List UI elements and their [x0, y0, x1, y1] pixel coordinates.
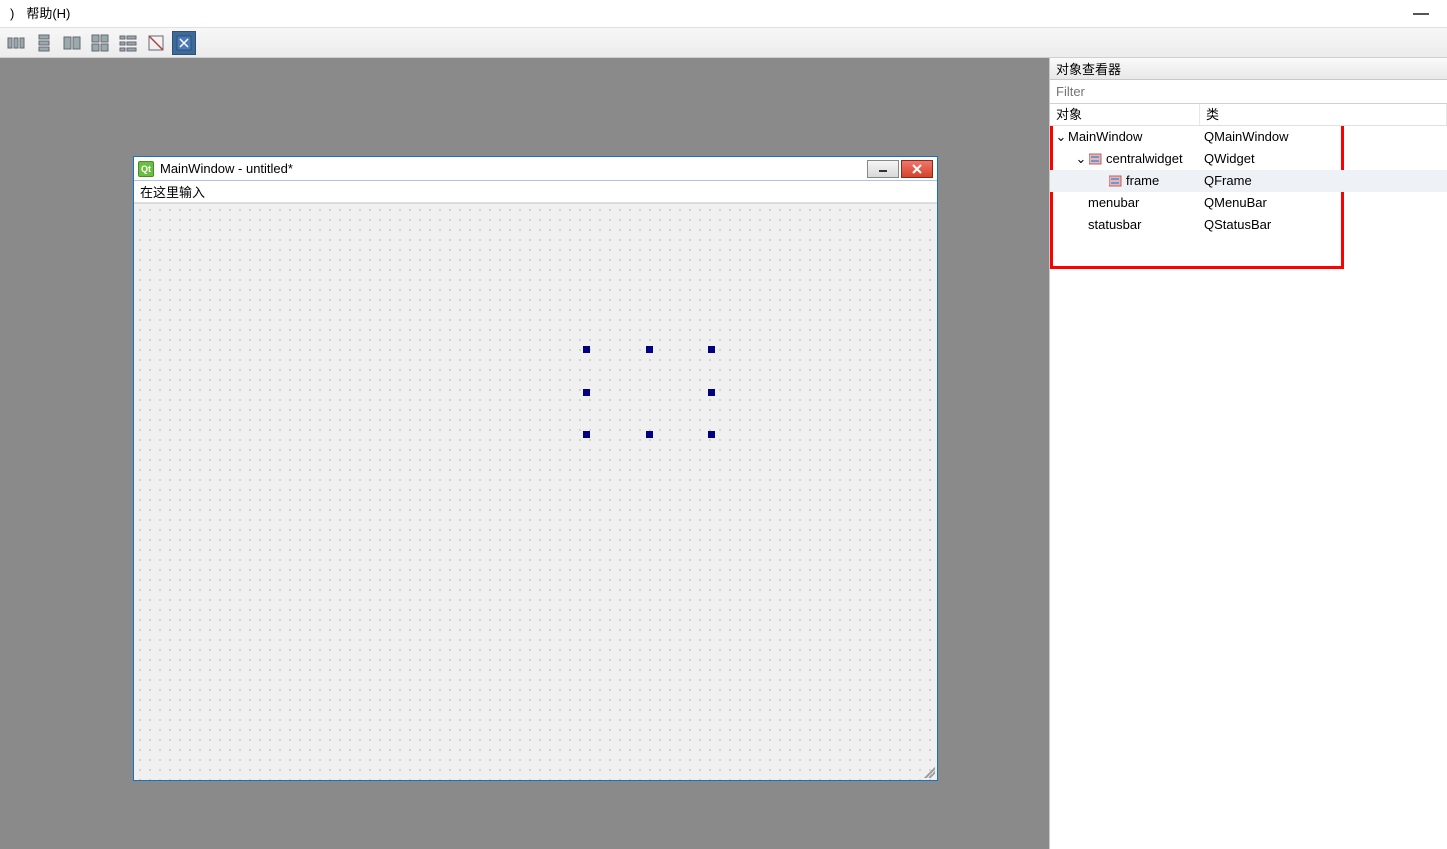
object-class-label: QStatusBar [1200, 214, 1447, 236]
object-tree-row[interactable]: ⌄MainWindow QMainWindow [1050, 126, 1447, 148]
layout-horizontal-button[interactable] [4, 31, 28, 55]
resize-handle-nw[interactable] [583, 346, 590, 353]
layout-vertical-button[interactable] [32, 31, 56, 55]
object-tree-header[interactable]: 对象 类 [1050, 104, 1447, 126]
object-name-label: frame [1126, 170, 1159, 192]
resize-handle-se[interactable] [708, 431, 715, 438]
object-name-label: MainWindow [1068, 126, 1142, 148]
layout-split-h-button[interactable] [60, 31, 84, 55]
window-minimize-fragment [1413, 13, 1429, 15]
layout-toolbar [0, 28, 1447, 58]
qt-icon: Qt [138, 161, 154, 177]
widget-icon [1108, 174, 1124, 188]
object-tree-row[interactable]: ⌄ centralwidget QWidget [1050, 148, 1447, 170]
tree-expander-icon[interactable]: ⌄ [1074, 148, 1088, 170]
form-resize-grip[interactable] [921, 764, 935, 778]
form-preview-menubar[interactable]: 在这里输入 [134, 181, 937, 203]
preview-minimize-button[interactable] [867, 160, 899, 178]
object-inspector-panel: 对象查看器 对象 类 ⌄MainWindow QMainWindow ⌄ centra… [1049, 58, 1447, 849]
menu-help[interactable]: 帮助(H) [20, 0, 76, 28]
object-inspector-title: 对象查看器 [1050, 58, 1447, 80]
object-class-label: QWidget [1200, 148, 1447, 170]
object-name-label: menubar [1088, 192, 1139, 214]
app-menubar: ) 帮助(H) [0, 0, 1447, 28]
designer-canvas-area[interactable]: Qt MainWindow - untitled* 在这里输入 [0, 58, 1049, 849]
object-filter-input[interactable] [1050, 80, 1447, 103]
object-tree-row[interactable]: menubar QMenuBar [1050, 192, 1447, 214]
object-tree-row[interactable]: statusbar QStatusBar [1050, 214, 1447, 236]
resize-handle-e[interactable] [708, 389, 715, 396]
object-class-label: QMainWindow [1200, 126, 1447, 148]
form-preview-title: MainWindow - untitled* [160, 161, 861, 176]
object-tree-row[interactable]: frame QFrame [1050, 170, 1447, 192]
resize-handle-s[interactable] [646, 431, 653, 438]
resize-handle-w[interactable] [583, 389, 590, 396]
tree-expander-icon[interactable]: ⌄ [1054, 126, 1068, 148]
form-canvas[interactable] [134, 203, 937, 780]
object-name-label: statusbar [1088, 214, 1141, 236]
object-class-label: QFrame [1200, 170, 1447, 192]
object-name-label: centralwidget [1106, 148, 1183, 170]
object-tree-header-class[interactable]: 类 [1200, 104, 1447, 125]
layout-form-button[interactable] [116, 31, 140, 55]
layout-break-button[interactable] [144, 31, 168, 55]
layout-grid-button[interactable] [88, 31, 112, 55]
object-tree[interactable]: 对象 类 ⌄MainWindow QMainWindow ⌄ centralwidge… [1050, 104, 1447, 236]
object-tree-header-object[interactable]: 对象 [1050, 104, 1200, 125]
resize-handle-n[interactable] [646, 346, 653, 353]
preview-close-button[interactable] [901, 160, 933, 178]
menubar-placeholder-text[interactable]: 在这里输入 [140, 182, 205, 201]
resize-handle-ne[interactable] [708, 346, 715, 353]
widget-icon [1088, 152, 1104, 166]
object-class-label: QMenuBar [1200, 192, 1447, 214]
menu-fragment-left: ) [4, 0, 20, 28]
layout-adjust-size-button[interactable] [172, 31, 196, 55]
form-preview-titlebar[interactable]: Qt MainWindow - untitled* [134, 157, 937, 181]
form-preview-window[interactable]: Qt MainWindow - untitled* 在这里输入 [133, 156, 938, 781]
selected-frame-widget[interactable] [586, 349, 712, 435]
resize-handle-sw[interactable] [583, 431, 590, 438]
